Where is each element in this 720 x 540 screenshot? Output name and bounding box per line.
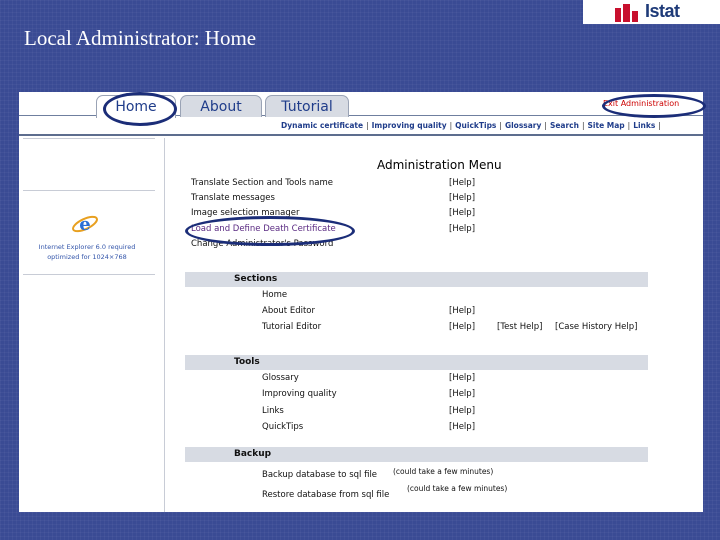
help-link[interactable]: [Help] (449, 178, 475, 188)
backup-database-link[interactable]: Backup database to sql file (262, 470, 377, 480)
browser-page: Home About Tutorial Exit Administration … (19, 92, 703, 512)
menu-item-translate-messages[interactable]: Translate messages (191, 193, 275, 203)
tab-bar: Home About Tutorial Exit Administration (19, 92, 703, 118)
tools-header: Tools (185, 355, 648, 370)
menu-item-load-death-certificate[interactable]: Load and Define Death Certificate (191, 224, 336, 234)
help-link[interactable]: [Help] (449, 406, 475, 416)
nav-glossary[interactable]: Glossary (505, 121, 541, 130)
menu-item-translate-sections[interactable]: Translate Section and Tools name (191, 178, 333, 188)
tab-about[interactable]: About (180, 95, 262, 117)
tool-item-links[interactable]: Links (262, 406, 284, 416)
admin-main-panel: Administration Menu Translate Section an… (179, 138, 699, 512)
top-navigation: Dynamic certificate | Improving quality | Qu… (19, 116, 703, 136)
sections-header: Sections (185, 272, 648, 287)
help-link[interactable]: [Help] (449, 373, 475, 383)
tools-title: Tools (234, 357, 260, 367)
nav-search[interactable]: Search (550, 121, 579, 130)
sidebar-divider (23, 190, 155, 191)
sidebar: e Internet Explorer 6.0 required optimiz… (19, 138, 165, 512)
slide-title: Local Administrator: Home (24, 26, 257, 50)
case-history-help-link[interactable]: [Case History Help] (555, 322, 637, 332)
nav-dynamic-certificate[interactable]: Dynamic certificate (281, 121, 363, 130)
backup-header: Backup (185, 447, 648, 462)
help-link[interactable]: [Help] (449, 422, 475, 432)
tool-item-improving-quality[interactable]: Improving quality (262, 389, 337, 399)
resolution-note-line: optimized for 1024×768 (47, 253, 127, 261)
help-link[interactable]: [Help] (449, 322, 475, 332)
svg-text:e: e (79, 214, 90, 235)
nav-improving-quality[interactable]: Improving quality (372, 121, 447, 130)
sidebar-divider (23, 274, 155, 275)
section-item-home[interactable]: Home (262, 290, 287, 300)
sections-title: Sections (234, 274, 278, 284)
restore-database-link[interactable]: Restore database from sql file (262, 490, 389, 500)
nav-quicktips[interactable]: QuickTips (455, 121, 496, 130)
internet-explorer-icon: e (72, 214, 98, 235)
help-link[interactable]: [Help] (449, 208, 475, 218)
backup-duration-note: (could take a few minutes) (393, 467, 494, 476)
tool-item-quicktips[interactable]: QuickTips (262, 422, 303, 432)
nav-links[interactable]: Links (633, 121, 655, 130)
istat-logo-text: Istat (645, 1, 680, 21)
browser-requirement-line: Internet Explorer 6.0 required (38, 243, 136, 251)
tab-tutorial[interactable]: Tutorial (265, 95, 349, 117)
help-link[interactable]: [Help] (449, 306, 475, 316)
istat-logo: Istat (583, 0, 720, 24)
tab-home[interactable]: Home (96, 95, 176, 118)
exit-administration-link[interactable]: Exit Administration (603, 99, 679, 108)
restore-duration-note: (could take a few minutes) (407, 484, 508, 493)
browser-requirement-note: Internet Explorer 6.0 required optimized… (23, 242, 151, 262)
help-link[interactable]: [Help] (449, 389, 475, 399)
menu-item-image-selection[interactable]: Image selection manager (191, 208, 299, 218)
test-help-link[interactable]: [Test Help] (497, 322, 542, 332)
istat-logo-mark-icon (615, 4, 638, 22)
sidebar-divider (23, 138, 155, 139)
menu-item-change-password[interactable]: Change Administrator's Password (191, 239, 333, 249)
section-item-tutorial-editor[interactable]: Tutorial Editor (262, 322, 321, 332)
backup-title: Backup (234, 449, 272, 459)
section-item-about-editor[interactable]: About Editor (262, 306, 315, 316)
help-link[interactable]: [Help] (449, 193, 475, 203)
help-link[interactable]: [Help] (449, 224, 475, 234)
tool-item-glossary[interactable]: Glossary (262, 373, 299, 383)
nav-site-map[interactable]: Site Map (588, 121, 625, 130)
administration-menu-title: Administration Menu (377, 158, 502, 172)
